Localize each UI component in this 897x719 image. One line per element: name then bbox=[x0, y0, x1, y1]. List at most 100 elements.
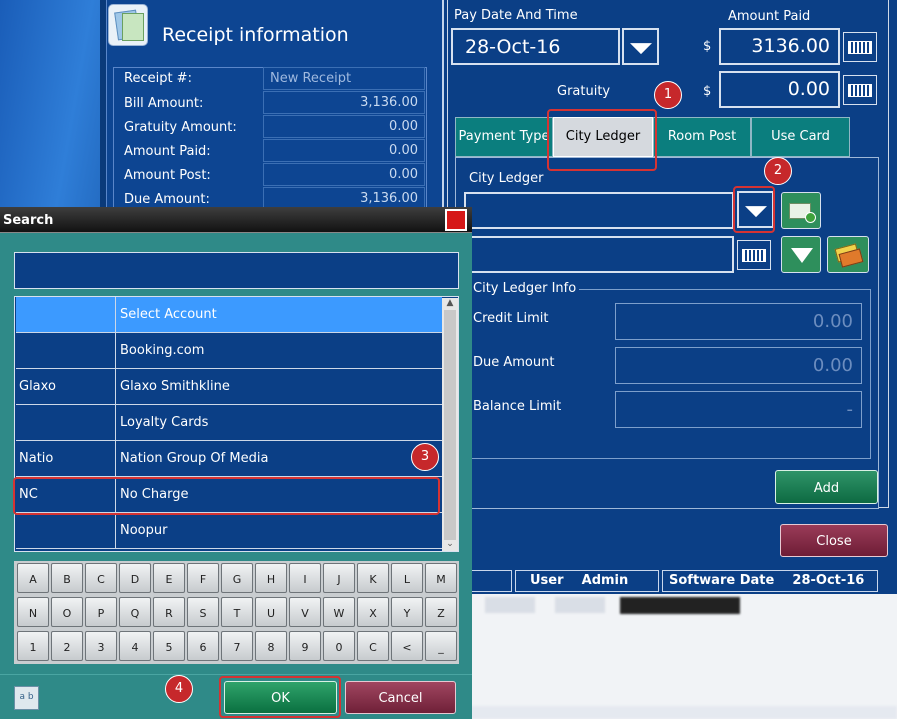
table-row[interactable]: Natio Nation Group Of Media bbox=[16, 441, 442, 477]
keyboard-key[interactable]: T bbox=[221, 597, 253, 627]
keyboard-key[interactable]: Z bbox=[425, 597, 457, 627]
pay-date-label: Pay Date And Time bbox=[454, 8, 578, 23]
keyboard-key[interactable]: 9 bbox=[289, 631, 321, 661]
user-label: User bbox=[530, 573, 564, 588]
background-button-shape bbox=[555, 597, 605, 613]
spellcheck-icon[interactable]: a b bbox=[14, 686, 39, 710]
receipt-number-value: New Receipt bbox=[263, 67, 425, 90]
tab-room-post[interactable]: Room Post bbox=[653, 117, 751, 157]
step-marker-4: 4 bbox=[165, 675, 193, 703]
keyboard-key[interactable]: U bbox=[255, 597, 287, 627]
background-button-shape bbox=[620, 597, 740, 614]
keyboard-key[interactable]: 0 bbox=[323, 631, 355, 661]
keyboard-key[interactable]: I bbox=[289, 563, 321, 593]
tab-payment-type[interactable]: Payment Type bbox=[455, 117, 553, 157]
keyboard-key[interactable]: 6 bbox=[187, 631, 219, 661]
account-code: Glaxo bbox=[16, 369, 116, 404]
keyboard-key[interactable]: 8 bbox=[255, 631, 287, 661]
highlight-box-city-ledger-tab bbox=[547, 109, 657, 171]
chevron-down-icon bbox=[629, 42, 652, 54]
amount-paid-label: Amount Paid: bbox=[124, 144, 211, 159]
keyboard-key[interactable]: O bbox=[51, 597, 83, 627]
pay-date-field[interactable]: 28-Oct-16 bbox=[451, 28, 620, 65]
step-marker-2: 2 bbox=[764, 157, 792, 185]
keyboard-key[interactable]: Y bbox=[391, 597, 423, 627]
account-code: Natio bbox=[16, 441, 116, 476]
keyboard-key[interactable]: F bbox=[187, 563, 219, 593]
keyboard-key[interactable]: G bbox=[221, 563, 253, 593]
keyboard-key[interactable]: P bbox=[85, 597, 117, 627]
keyboard-icon[interactable] bbox=[843, 32, 877, 62]
step-marker-1: 1 bbox=[654, 81, 682, 109]
keyboard-key[interactable]: A bbox=[17, 563, 49, 593]
keyboard-key[interactable]: D bbox=[119, 563, 151, 593]
gratuity-amount-value: 0.00 bbox=[263, 115, 425, 138]
keyboard-key[interactable]: L bbox=[391, 563, 423, 593]
keyboard-key[interactable]: 5 bbox=[153, 631, 185, 661]
keyboard-key[interactable]: B bbox=[51, 563, 83, 593]
table-row[interactable]: Noopur bbox=[16, 513, 442, 549]
keyboard-key[interactable]: 7 bbox=[221, 631, 253, 661]
keyboard-key[interactable]: W bbox=[323, 597, 355, 627]
city-ledger-secondary-field[interactable] bbox=[464, 236, 734, 273]
keyboard-key[interactable]: Q bbox=[119, 597, 151, 627]
keyboard-key[interactable]: S bbox=[187, 597, 219, 627]
keyboard-key[interactable]: M bbox=[425, 563, 457, 593]
keyboard-icon[interactable] bbox=[737, 240, 771, 270]
scroll-down-icon[interactable]: ⌄ bbox=[442, 539, 458, 551]
keyboard-key[interactable]: R bbox=[153, 597, 185, 627]
table-row[interactable]: Loyalty Cards bbox=[16, 405, 442, 441]
keyboard-icon[interactable] bbox=[843, 75, 877, 105]
keyboard-key[interactable]: _ bbox=[425, 631, 457, 661]
code-column-header bbox=[16, 297, 116, 332]
software-date-value: 28-Oct-16 bbox=[792, 573, 865, 588]
keyboard-key[interactable]: E bbox=[153, 563, 185, 593]
keyboard-key[interactable]: K bbox=[357, 563, 389, 593]
keyboard-key[interactable]: < bbox=[391, 631, 423, 661]
pay-date-dropdown-button[interactable] bbox=[622, 28, 659, 65]
background-button-shape bbox=[485, 597, 535, 613]
close-button[interactable]: Close bbox=[780, 524, 888, 557]
receipt-icon bbox=[108, 4, 148, 46]
tab-use-card[interactable]: Use Card bbox=[751, 117, 850, 157]
credit-limit-label: Credit Limit bbox=[473, 311, 549, 326]
keyboard-key[interactable]: C bbox=[357, 631, 389, 661]
amount-paid-value: 0.00 bbox=[263, 139, 425, 162]
city-ledger-info-label: City Ledger Info bbox=[470, 281, 580, 296]
account-code bbox=[16, 405, 116, 440]
add-button[interactable]: Add bbox=[775, 470, 878, 504]
keyboard-key[interactable]: 2 bbox=[51, 631, 83, 661]
account-name: Glaxo Smithkline bbox=[120, 379, 230, 394]
amount-paid-input[interactable]: 3136.00 bbox=[719, 28, 840, 65]
keyboard-key[interactable]: V bbox=[289, 597, 321, 627]
close-icon[interactable] bbox=[445, 209, 467, 231]
cancel-button[interactable]: Cancel bbox=[345, 681, 456, 714]
due-amount-label: Due Amount: bbox=[124, 192, 210, 207]
table-row[interactable]: Booking.com bbox=[16, 333, 442, 369]
keyboard-key[interactable]: 1 bbox=[17, 631, 49, 661]
scrollbar-thumb[interactable] bbox=[444, 310, 456, 540]
account-code bbox=[16, 513, 116, 548]
table-row[interactable]: Glaxo Glaxo Smithkline bbox=[16, 369, 442, 405]
scroll-up-icon[interactable]: ▲ bbox=[442, 298, 458, 310]
due-amount-info-value: 0.00 bbox=[615, 347, 862, 384]
account-name: Nation Group Of Media bbox=[120, 451, 269, 466]
currency-symbol: $ bbox=[703, 39, 712, 54]
keyboard-key[interactable]: 3 bbox=[85, 631, 117, 661]
filter-down-icon[interactable] bbox=[781, 236, 821, 273]
keyboard-key[interactable]: C bbox=[85, 563, 117, 593]
keyboard-key[interactable]: X bbox=[357, 597, 389, 627]
bill-amount-value: 3,136.00 bbox=[263, 91, 425, 114]
keyboard-key[interactable]: 4 bbox=[119, 631, 151, 661]
search-input[interactable] bbox=[14, 252, 459, 289]
account-name: Noopur bbox=[120, 523, 168, 538]
keyboard-key[interactable]: J bbox=[323, 563, 355, 593]
status-segment bbox=[470, 570, 512, 592]
keyboard-key[interactable]: H bbox=[255, 563, 287, 593]
gratuity-input[interactable]: 0.00 bbox=[719, 71, 840, 108]
add-account-icon[interactable] bbox=[781, 192, 821, 229]
grid-header-row: Select Account bbox=[16, 297, 442, 333]
keyboard-key[interactable]: N bbox=[17, 597, 49, 627]
cards-icon[interactable] bbox=[827, 236, 869, 273]
city-ledger-select[interactable] bbox=[464, 192, 734, 229]
